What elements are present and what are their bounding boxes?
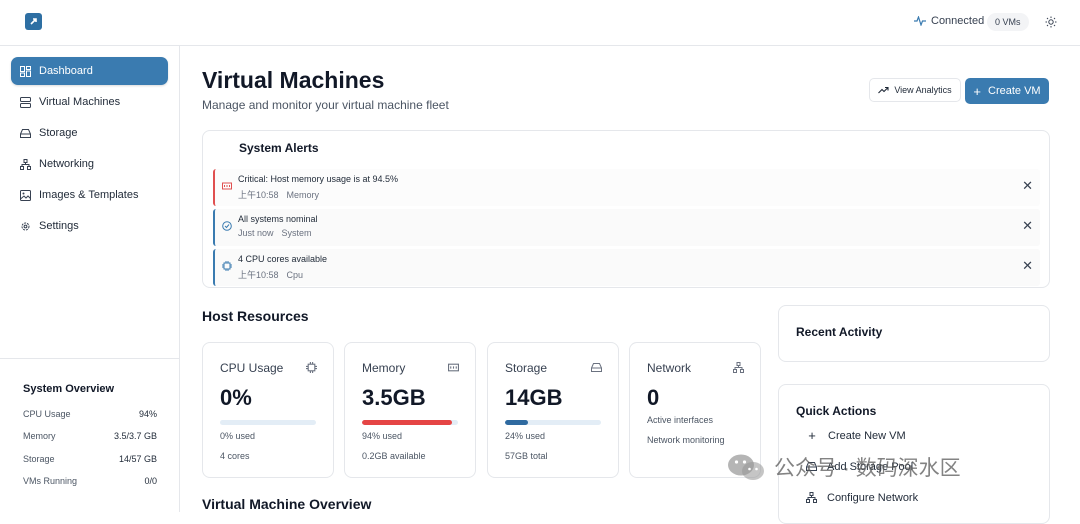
progress-fill [362,420,453,425]
alert-message: All systems nominal [238,214,318,224]
system-overview: System Overview CPU Usage 94% Memory 3.5/3… [0,358,180,512]
sidebar-item-label: Networking [39,158,95,170]
progress-bar [220,420,316,425]
host-resources-title: Host Resources [202,308,309,324]
dismiss-alert-close-icon[interactable]: ✕ [1022,259,1033,273]
create-vm-button[interactable]: + Create VM [965,78,1049,104]
sidebar-item-settings[interactable]: Settings [11,212,168,240]
network-icon [733,362,744,373]
system-alerts-title: System Alerts [239,141,319,155]
page-title: Virtual Machines [202,67,385,93]
watermark: 公众号 · 数码深水区 [726,452,961,482]
hard-drive-icon [591,363,602,372]
wechat-logo-icon [728,454,764,480]
resource-value: 3.5GB [362,385,426,410]
main-content: Virtual Machines Manage and monitor your… [180,46,1070,524]
resource-card-memory: Memory 3.5GB 94% used 0.2GB available [344,342,476,478]
alert-item: All systems nominal Just now System ✕ [213,209,1040,246]
dismiss-alert-close-icon[interactable]: ✕ [1022,219,1033,233]
top-bar: Connected 0 VMs [0,0,1080,46]
overview-row-vms-running: VMs Running 0/0 [23,476,157,486]
overview-row-cpu: CPU Usage 94% [23,409,157,419]
watermark-text: 公众号 · 数码深水区 [774,457,961,480]
network-icon [20,158,31,170]
progress-bar [505,420,601,425]
gear-icon [21,222,30,230]
dismiss-alert-close-icon[interactable]: ✕ [1022,179,1033,193]
cpu-icon [306,362,317,373]
resource-value: 0 [647,385,660,410]
image-icon [20,189,31,201]
system-alerts-panel: System Alerts Critical: Host memory usag… [202,130,1050,288]
activity-icon [914,16,926,26]
app-logo[interactable] [25,13,42,30]
dashboard-icon [20,65,31,77]
create-new-vm-button[interactable]: + Create New VM [796,423,1034,448]
sidebar-item-label: Virtual Machines [39,96,121,108]
sidebar-item-label: Dashboard [39,65,93,77]
sidebar-item-label: Settings [39,220,79,232]
resource-value: 14GB [505,385,563,410]
server-icon [20,96,31,108]
overview-row-memory: Memory 3.5/3.7 GB [23,431,157,441]
memory-icon [222,182,232,190]
connection-label: Connected [931,15,985,27]
system-overview-title: System Overview [23,383,115,395]
alert-message: Critical: Host memory usage is at 94.5% [238,174,399,184]
resource-value: 0% [220,385,252,410]
connection-status: Connected [914,15,984,27]
sidebar-item-networking[interactable]: Networking [11,150,168,178]
alert-message: 4 CPU cores available [238,254,328,264]
page-subtitle: Manage and monitor your virtual machine … [202,98,449,112]
sidebar-item-images-templates[interactable]: Images & Templates [11,181,168,209]
alert-item: 4 CPU cores available 上午10:58 Cpu ✕ [213,249,1040,286]
trending-up-icon [878,86,889,94]
recent-activity-title: Recent Activity [796,325,883,339]
progress-bar [362,420,458,425]
progress-fill [505,420,529,425]
sidebar-item-virtual-machines[interactable]: Virtual Machines [11,88,168,116]
theme-toggle-sun-icon[interactable] [1045,16,1057,28]
plus-icon: + [973,83,981,99]
check-circle-icon [222,221,232,231]
overview-row-storage: Storage 14/57 GB [23,454,157,464]
configure-network-button[interactable]: Configure Network [796,485,1034,510]
plus-icon: + [808,428,816,443]
sidebar-item-storage[interactable]: Storage [11,119,168,147]
view-analytics-button[interactable]: View Analytics [869,78,961,102]
network-icon [806,492,817,503]
sidebar-item-label: Images & Templates [39,189,139,201]
hard-drive-icon [20,128,31,138]
sidebar: Dashboard Virtual Machines Storage Netwo… [0,46,180,512]
vm-overview-title: Virtual Machine Overview [202,496,372,512]
vms-count-badge: 0 VMs [987,13,1029,31]
cpu-icon [222,261,232,271]
alert-meta: 上午10:58 Cpu [238,270,304,280]
resource-card-cpu: CPU Usage 0% 0% used 4 cores [202,342,334,478]
quick-actions-title: Quick Actions [796,404,877,418]
recent-activity-panel: Recent Activity [778,305,1050,362]
alert-meta: 上午10:58 Memory [238,190,320,200]
alert-item: Critical: Host memory usage is at 94.5% … [213,169,1040,206]
resource-card-storage: Storage 14GB 24% used 57GB total [487,342,619,478]
memory-icon [448,363,459,372]
sidebar-item-dashboard[interactable]: Dashboard [11,57,168,85]
alert-meta: Just now System [238,228,312,238]
sidebar-item-label: Storage [39,127,78,139]
